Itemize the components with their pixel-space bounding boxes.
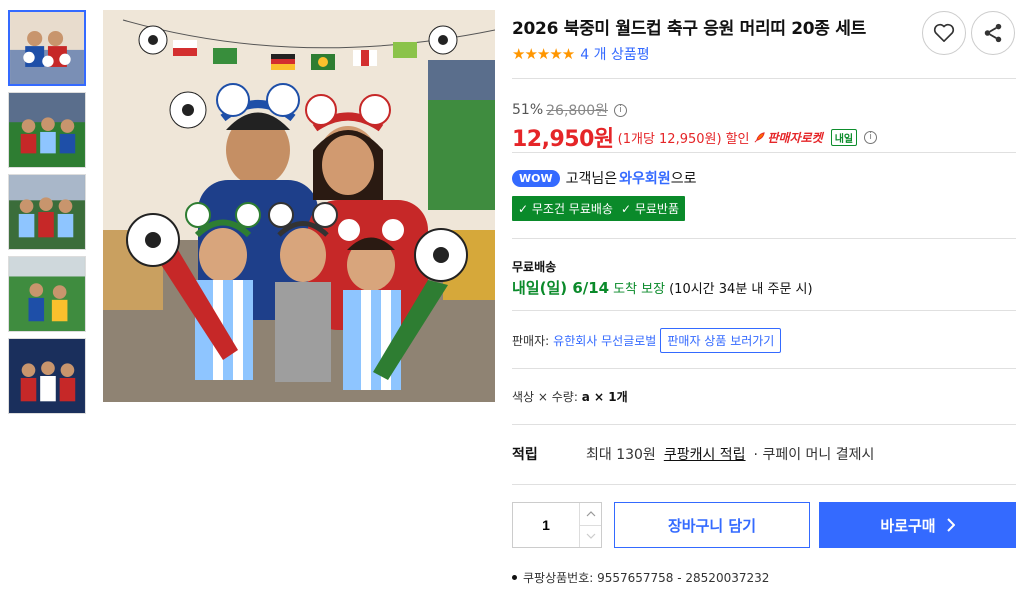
- rocket-icon: [755, 131, 766, 142]
- reward-row: 적립 최대 130원 쿠팡캐시 적립 · 쿠페이 머니 결제시: [512, 444, 874, 464]
- tomorrow-badge: 내일: [830, 128, 858, 146]
- thumbnail-image-fans: [9, 339, 85, 413]
- shipping-label: 무료배송: [512, 260, 557, 274]
- family-cheering-image: [103, 10, 495, 402]
- chevron-down-icon: [586, 533, 595, 540]
- seller-prefix: 판매자:: [512, 334, 550, 348]
- divider: [512, 152, 1016, 153]
- main-product-image: [103, 10, 495, 402]
- shipping-condition: (10시간 34분 내 주문 시): [669, 282, 813, 297]
- reward-condition: · 쿠페이 머니 결제시: [753, 447, 875, 463]
- star-rating-icon: ★★★★★: [512, 45, 575, 63]
- thumbnail-1[interactable]: [8, 10, 86, 86]
- sale-price: 12,950원: [512, 127, 614, 152]
- thumbnail-image-family: [10, 12, 84, 84]
- wow-member-row: WOW 고객님은 와우회원으로: [512, 168, 696, 188]
- share-button[interactable]: [971, 11, 1015, 55]
- divider: [512, 484, 1016, 485]
- chevron-up-icon: [586, 510, 595, 517]
- divider: [512, 368, 1016, 369]
- wishlist-button[interactable]: [922, 11, 966, 55]
- buy-now-label: 바로구매: [880, 516, 936, 535]
- rocket-label: 판매자로켓: [767, 130, 823, 145]
- option-value: a × 1개: [581, 390, 628, 404]
- add-to-cart-button[interactable]: 장바구니 담기: [614, 502, 810, 548]
- divider: [512, 238, 1016, 239]
- seller-products-button[interactable]: 판매자 상품 보러가기: [660, 328, 782, 353]
- bullet-icon: [512, 575, 517, 580]
- option-label: 색상 × 수량:: [512, 390, 578, 404]
- thumbnail-image-crowd: [9, 175, 85, 249]
- option-row: 색상 × 수량: a × 1개: [512, 388, 628, 405]
- wow-suffix: 으로: [670, 171, 697, 187]
- coupang-cash-link[interactable]: 쿠팡캐시 적립: [664, 444, 746, 464]
- thumbnail-2[interactable]: [8, 92, 86, 168]
- buy-now-button[interactable]: 바로구매: [819, 502, 1016, 548]
- discount-word: 할인: [725, 131, 750, 147]
- heart-icon: [933, 23, 955, 42]
- quantity-increase-button[interactable]: [580, 503, 601, 526]
- seller-name-link[interactable]: 유한회사 무선글로벌: [553, 332, 656, 349]
- divider: [512, 78, 1016, 79]
- seller-row: 판매자: 유한회사 무선글로벌 판매자 상품 보러가기: [512, 328, 782, 353]
- wow-prefix: 고객님은: [565, 171, 618, 187]
- reward-max: 최대 130원: [586, 447, 656, 463]
- thumbnail-list: [8, 10, 86, 420]
- quantity-decrease-button[interactable]: [580, 526, 601, 548]
- review-count-link[interactable]: 4 개 상품평: [580, 44, 649, 64]
- free-shipping-benefit: ✓ 무조건 무료배송: [518, 202, 613, 216]
- quantity-arrows: [579, 503, 601, 547]
- info-icon[interactable]: i: [614, 103, 627, 117]
- shipping-row: 내일(일) 6/14 도착 보장 (10시간 34분 내 주문 시): [512, 277, 813, 298]
- product-title: 2026 북중미 월드컵 축구 응원 머리띠 20종 세트: [512, 19, 866, 39]
- reward-label: 적립: [512, 447, 538, 463]
- chevron-right-icon: [946, 518, 955, 532]
- original-price: 26,800원: [546, 103, 608, 119]
- info-icon[interactable]: i: [864, 130, 878, 144]
- quantity-stepper: [512, 502, 602, 548]
- product-id-row: 쿠팡상품번호: 9557657758 - 28520037232: [512, 569, 769, 586]
- thumbnail-3[interactable]: [8, 174, 86, 250]
- free-benefits-box: ✓ 무조건 무료배송 ✓ 무료반품: [512, 196, 685, 221]
- free-return-benefit: ✓ 무료반품: [620, 202, 679, 216]
- rating-row: ★★★★★ 4 개 상품평: [512, 44, 650, 64]
- original-price-row: 51% 26,800원 i: [512, 100, 627, 120]
- quantity-input[interactable]: [513, 503, 579, 547]
- share-icon: [984, 23, 1002, 43]
- sale-price-row: 12,950원 (1개당 12,950원) 할인 판매자로켓 내일 i: [512, 121, 878, 153]
- product-id: 쿠팡상품번호: 9557657758 - 28520037232: [523, 571, 770, 585]
- thumbnail-image-field: [9, 257, 85, 331]
- arrival-guarantee: 도착 보장: [613, 282, 666, 297]
- thumbnail-5[interactable]: [8, 338, 86, 414]
- wow-member-label: 와우회원: [619, 171, 671, 187]
- thumbnail-4[interactable]: [8, 256, 86, 332]
- discount-rate: 51%: [512, 102, 544, 118]
- unit-price: (1개당 12,950원): [617, 131, 722, 147]
- thumbnail-image-stadium: [9, 93, 85, 167]
- arrival-date: 내일(일) 6/14: [512, 279, 610, 297]
- seller-rocket-badge: 판매자로켓: [753, 129, 823, 146]
- wow-badge: WOW: [512, 169, 560, 187]
- divider: [512, 424, 1016, 425]
- divider: [512, 310, 1016, 311]
